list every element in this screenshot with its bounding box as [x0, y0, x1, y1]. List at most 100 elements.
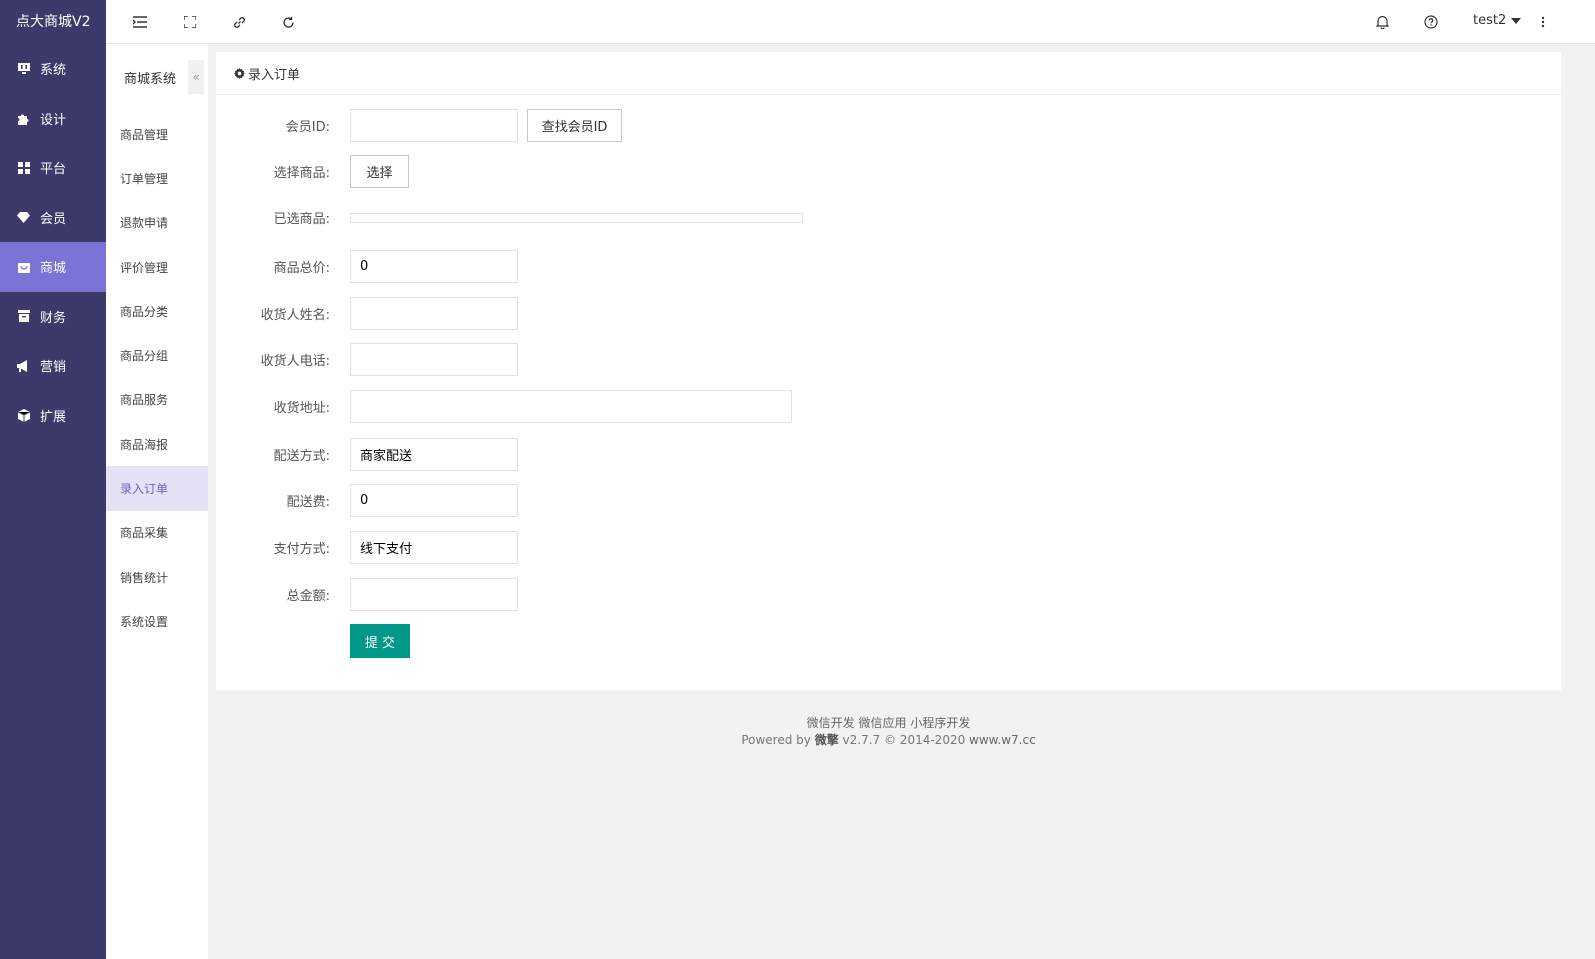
archive-icon — [17, 310, 30, 323]
receiver-phone-input[interactable] — [350, 343, 518, 376]
gear-icon — [234, 67, 245, 79]
subnav-item-2[interactable]: 退款申请 — [106, 201, 208, 245]
username: test2 — [1473, 13, 1507, 28]
footer-link-wechat-dev[interactable]: 微信开发 — [807, 716, 855, 730]
member-id-label: 会员ID: — [285, 120, 330, 135]
subnav-item-3[interactable]: 评价管理 — [106, 245, 208, 289]
address-input[interactable] — [350, 390, 792, 423]
freight-label: 配送费: — [286, 495, 330, 510]
select-goods-row: 选择商品: 选择 — [216, 155, 409, 188]
submit-row: 提 交 — [216, 624, 410, 658]
freight-input[interactable] — [350, 484, 518, 517]
diamond-icon — [17, 211, 30, 224]
receiver-phone-label: 收货人电话: — [260, 354, 330, 369]
select-goods-button[interactable]: 选择 — [350, 155, 409, 188]
subnav-item-1[interactable]: 订单管理 — [106, 156, 208, 200]
monitor-icon — [17, 62, 30, 75]
puzzle-icon — [17, 112, 30, 125]
delivery-row: 配送方式: — [216, 438, 518, 471]
selected-goods-label: 已选商品: — [273, 212, 330, 227]
total-goods-row: 商品总价: — [216, 250, 518, 283]
sidebar-item-label: 系统 — [40, 63, 67, 79]
member-id-row: 会员ID: 查找会员ID — [216, 109, 622, 142]
sidebar-item-label: 营销 — [40, 360, 67, 376]
total-amount-input[interactable] — [350, 578, 518, 611]
page-title: 录入订单 — [248, 67, 301, 83]
delivery-input[interactable] — [350, 438, 518, 471]
subnav-item-9[interactable]: 商品采集 — [106, 511, 208, 555]
collapse-sidebar-button[interactable]: « — [188, 60, 204, 94]
sidebar-item-label: 设计 — [40, 112, 67, 128]
sidebar-item-5[interactable]: 财务 — [0, 292, 106, 342]
sidebar-item-label: 财务 — [40, 310, 67, 326]
select-goods-label: 选择商品: — [273, 166, 330, 181]
receiver-name-row: 收货人姓名: — [216, 297, 518, 330]
megaphone-icon — [17, 359, 30, 372]
notification-bell-icon[interactable] — [1373, 13, 1391, 31]
payment-label: 支付方式: — [273, 542, 330, 557]
app-logo: 点大商城V2 — [16, 14, 91, 30]
sidebar-item-label: 扩展 — [40, 409, 67, 425]
user-menu[interactable]: test2 — [1473, 13, 1522, 28]
subnav-item-8[interactable]: 录入订单 — [106, 466, 208, 511]
receiver-name-label: 收货人姓名: — [260, 308, 330, 323]
subnav-item-5[interactable]: 商品分组 — [106, 333, 208, 377]
fullscreen-icon[interactable] — [181, 13, 199, 31]
total-amount-label: 总金额: — [286, 589, 330, 604]
payment-input[interactable] — [350, 531, 518, 564]
sidebar-item-4[interactable]: 商城 — [0, 242, 106, 292]
sub-sidebar-title: 商城系统 — [124, 72, 177, 87]
refresh-icon[interactable] — [279, 13, 297, 31]
grid-icon — [17, 161, 30, 174]
subnav-item-0[interactable]: 商品管理 — [106, 112, 208, 156]
delivery-label: 配送方式: — [273, 449, 330, 464]
powered-by: Powered by — [741, 733, 811, 747]
cube-icon — [17, 408, 30, 422]
chevron-down-icon — [1511, 17, 1522, 24]
footer-site-link[interactable]: www.w7.cc — [969, 733, 1036, 747]
receiver-name-input[interactable] — [350, 297, 518, 330]
member-id-input[interactable] — [350, 109, 518, 142]
total-goods-label: 商品总价: — [273, 261, 330, 276]
subnav-item-10[interactable]: 销售统计 — [106, 555, 208, 599]
sidebar-item-0[interactable]: 系统 — [0, 44, 106, 94]
more-vertical-icon[interactable] — [1534, 13, 1552, 31]
sub-sidebar: 商城系统 « 商品管理 订单管理 退款申请 评价管理 商品分类 商品分组 商品服务 商品海报录… — [106, 44, 208, 959]
sidebar-item-1[interactable]: 设计 — [0, 94, 106, 144]
link-icon[interactable] — [230, 13, 248, 31]
card-header: 录入订单 — [216, 52, 1561, 95]
footer-version: v2.7.7 © 2014-2020 — [842, 733, 966, 747]
selected-goods-row: 已选商品: — [216, 208, 803, 227]
address-row: 收货地址: — [216, 390, 792, 423]
sidebar-item-6[interactable]: 营销 — [0, 341, 106, 391]
sidebar-item-7[interactable]: 扩展 — [0, 391, 106, 441]
footer-link-miniprogram[interactable]: 小程序开发 — [910, 716, 970, 730]
footer: 微信开发 微信应用 小程序开发 Powered by 微擎 v2.7.7 © 2… — [216, 715, 1561, 749]
address-label: 收货地址: — [273, 401, 330, 416]
order-entry-card: 录入订单 会员ID: 查找会员ID 选择商品: 选择 已选商品: 商品总价: 收… — [216, 52, 1561, 690]
menu-toggle-icon[interactable] — [131, 13, 149, 31]
subnav-item-4[interactable]: 商品分类 — [106, 289, 208, 333]
receiver-phone-row: 收货人电话: — [216, 343, 518, 376]
help-icon[interactable] — [1422, 13, 1440, 31]
sidebar-item-2[interactable]: 平台 — [0, 143, 106, 193]
main-sidebar: 点大商城V2 系统设计平台会员商城财务营销扩展 — [0, 0, 106, 959]
subnav-item-7[interactable]: 商品海报 — [106, 422, 208, 466]
submit-button[interactable]: 提 交 — [350, 624, 410, 658]
total-amount-row: 总金额: — [216, 578, 518, 611]
sidebar-item-label: 平台 — [40, 162, 67, 178]
sidebar-item-3[interactable]: 会员 — [0, 193, 106, 243]
footer-copyright: Powered by 微擎 v2.7.7 © 2014-2020 www.w7.… — [216, 732, 1561, 749]
footer-link-wechat-apps[interactable]: 微信应用 — [858, 716, 906, 730]
subnav-item-11[interactable]: 系统设置 — [106, 599, 208, 643]
footer-links: 微信开发 微信应用 小程序开发 — [216, 715, 1561, 732]
sidebar-item-label: 商城 — [40, 261, 67, 277]
subnav-item-6[interactable]: 商品服务 — [106, 378, 208, 422]
shop-icon — [17, 260, 30, 273]
top-bar: test2 — [106, 0, 1595, 44]
selected-goods-list — [350, 212, 803, 223]
sidebar-item-label: 会员 — [40, 211, 67, 227]
find-member-button[interactable]: 查找会员ID — [527, 109, 622, 142]
footer-brand[interactable]: 微擎 — [815, 733, 839, 747]
total-goods-input[interactable] — [350, 250, 518, 283]
